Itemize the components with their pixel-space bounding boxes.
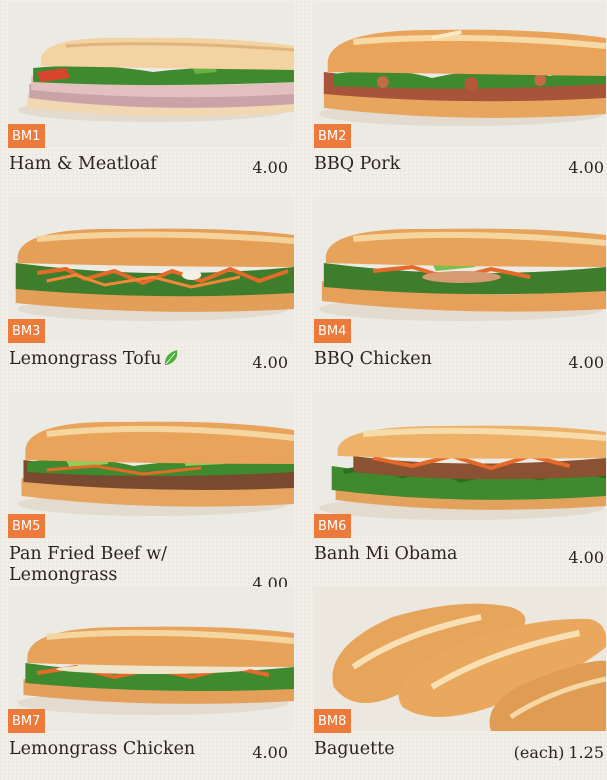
- banh-mi-menu: BM1 Ham & Meatloaf 4.00 BM2 BBQ Pork 4.0…: [0, 0, 607, 779]
- sandwich-photo: [8, 587, 294, 731]
- baguette-image: [314, 587, 606, 731]
- menu-item-bm5[interactable]: BM5 Pan Fried Beef w/ Lemongrass 4.00: [0, 390, 296, 593]
- sandwich-photo: [314, 392, 606, 536]
- item-name: Pan Fried Beef w/ Lemongrass: [9, 544, 167, 585]
- lemongrass-chicken-sandwich-image: [17, 626, 294, 715]
- menu-item-bm6[interactable]: BM6 Banh Mi Obama 4.00: [310, 390, 606, 585]
- item-name: Banh Mi Obama: [314, 544, 458, 564]
- item-name: Ham & Meatloaf: [9, 154, 157, 174]
- item-code-badge: BM3: [8, 319, 46, 343]
- menu-item-bm2[interactable]: BM2 BBQ Pork 4.00: [310, 0, 606, 195]
- item-price: 4.00: [568, 548, 604, 567]
- menu-item-bm8[interactable]: BM8 Baguette (each) 1.25: [310, 585, 606, 780]
- item-name: Lemongrass Chicken: [9, 739, 196, 759]
- obama-sandwich-image: [318, 425, 606, 520]
- tofu-sandwich-image: [15, 228, 294, 321]
- menu-item-bm1[interactable]: BM1 Ham & Meatloaf 4.00: [0, 0, 296, 195]
- item-name: Baguette: [314, 739, 395, 759]
- sandwich-photo: [8, 392, 294, 536]
- item-price: 4.00: [252, 353, 288, 372]
- item-code-badge: BM2: [314, 124, 352, 148]
- sandwich-photo: [314, 587, 606, 731]
- item-price: 4.00: [252, 158, 288, 177]
- each-label: (each): [513, 743, 565, 762]
- item-price: 4.00: [568, 353, 604, 372]
- bbq-chicken-sandwich-image: [318, 228, 606, 321]
- ham-sandwich-image: [17, 37, 294, 122]
- leaf-icon: [164, 350, 177, 365]
- menu-item-bm7[interactable]: BM7 Lemongrass Chicken 4.00: [0, 585, 296, 780]
- beef-sandwich-image: [17, 421, 294, 516]
- menu-item-bm3[interactable]: BM3 Lemongrass Tofu 4.00: [0, 195, 296, 390]
- menu-item-bm4[interactable]: BM4 BBQ Chicken 4.00: [310, 195, 606, 390]
- item-price: 4.00: [252, 743, 288, 762]
- item-name: BBQ Chicken: [314, 349, 432, 369]
- sandwich-photo: [8, 197, 294, 341]
- sandwich-photo: [314, 197, 606, 341]
- bbq-pork-sandwich-image: [318, 29, 606, 126]
- item-code-badge: BM6: [314, 514, 352, 538]
- item-name: Lemongrass Tofu: [9, 349, 179, 370]
- sandwich-photo: [314, 2, 606, 146]
- item-name: BBQ Pork: [314, 154, 401, 174]
- item-price: (each) 1.25: [514, 743, 604, 762]
- item-code-badge: BM1: [8, 124, 46, 148]
- item-price-value: 1.25: [568, 743, 604, 762]
- item-code-badge: BM8: [314, 709, 352, 733]
- item-name-text: Lemongrass Tofu: [9, 349, 162, 369]
- item-code-badge: BM7: [8, 709, 46, 733]
- item-code-badge: BM4: [314, 319, 352, 343]
- item-price: 4.00: [568, 158, 604, 177]
- item-code-badge: BM5: [8, 514, 46, 538]
- sandwich-photo: [8, 2, 294, 146]
